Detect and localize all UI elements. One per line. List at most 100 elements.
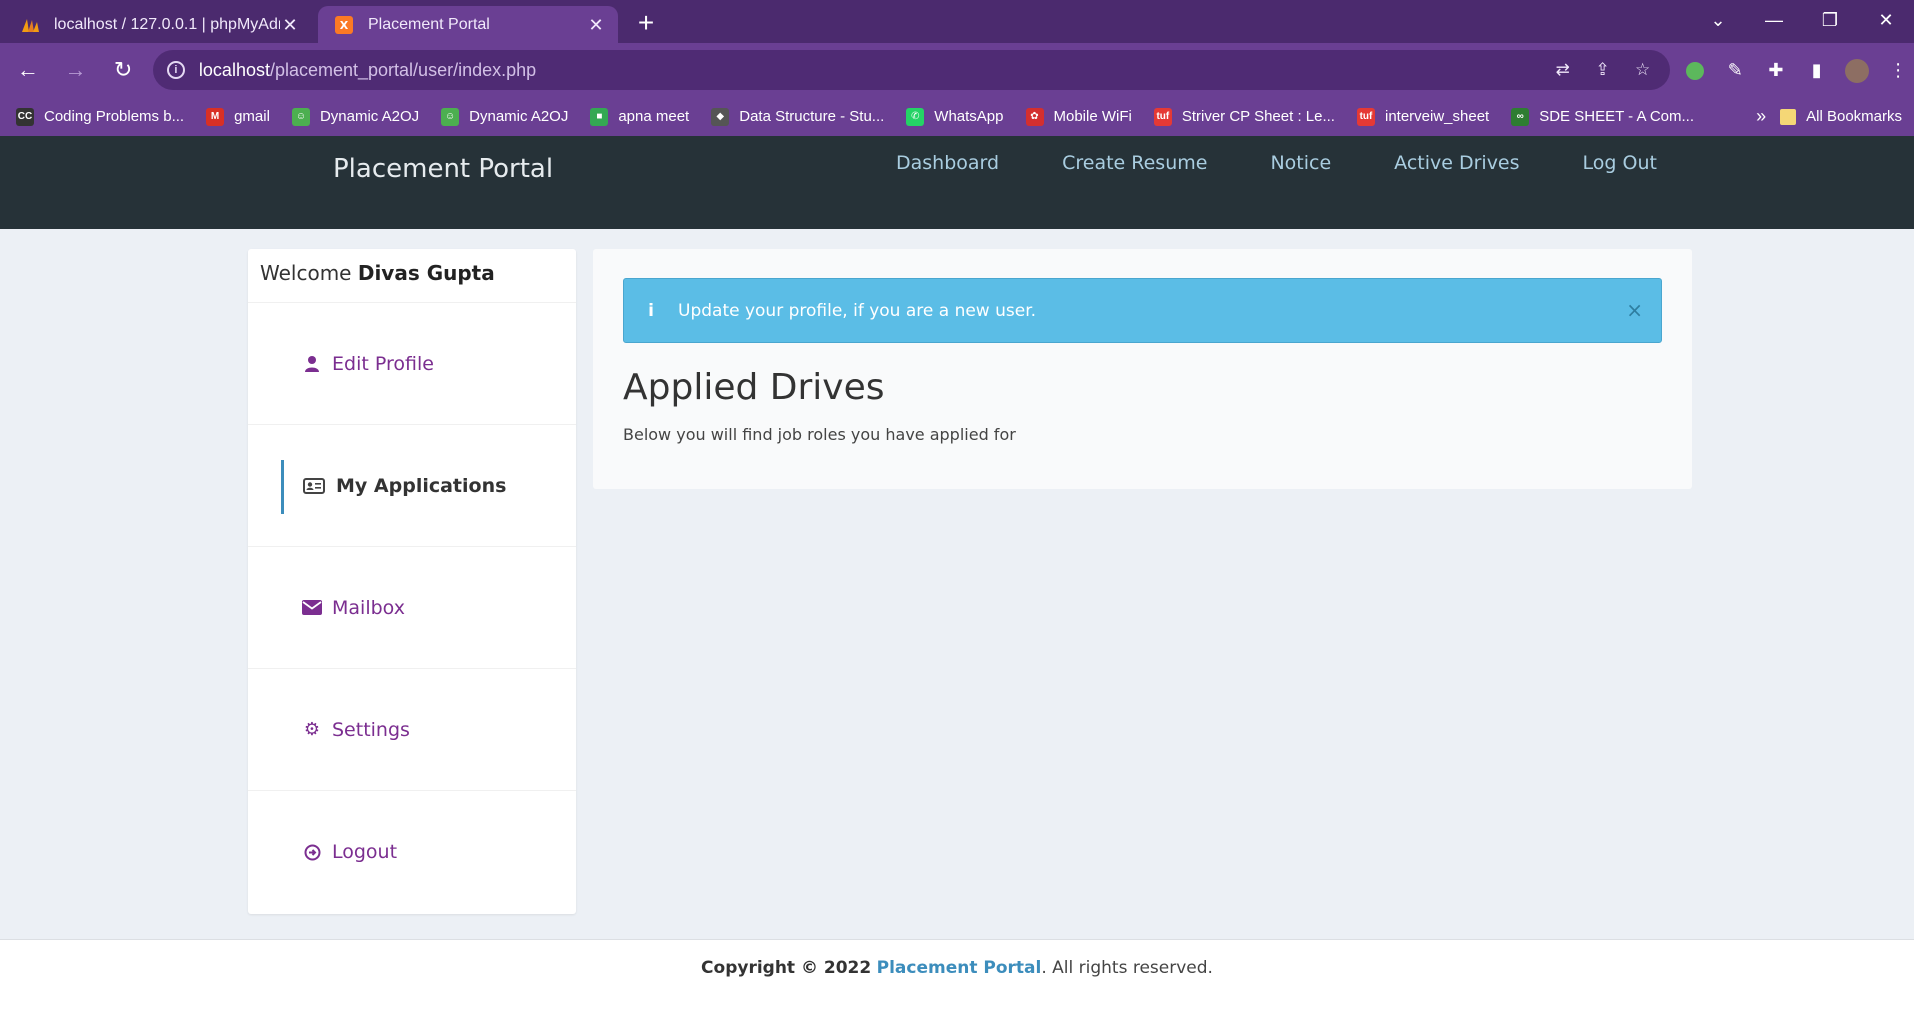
main-nav: Dashboard Create Resume Notice Active Dr… (896, 152, 1720, 174)
tab-title: Placement Portal (368, 15, 490, 33)
bookmark-item[interactable]: ∞ SDE SHEET - A Com... (1511, 107, 1694, 126)
sidebar-item-my-applications[interactable]: My Applications (248, 425, 576, 547)
sidebar-item-settings[interactable]: ⚙ Settings (248, 669, 576, 791)
bookmark-favicon-icon: ✆ (906, 107, 925, 126)
translate-icon[interactable]: ⇄ (1550, 57, 1576, 83)
alert-text: Update your profile, if you are a new us… (678, 300, 1037, 321)
bookmark-favicon-icon: M (206, 107, 225, 126)
bookmark-item[interactable]: ✆ WhatsApp (906, 107, 1004, 126)
all-bookmarks-button[interactable]: All Bookmarks (1780, 108, 1902, 125)
tab-close-icon[interactable]: ✕ (586, 15, 606, 35)
all-bookmarks-label: All Bookmarks (1806, 108, 1902, 125)
site-info-icon[interactable]: i (166, 61, 185, 79)
share-icon[interactable]: ⇪ (1590, 57, 1616, 83)
nav-notice[interactable]: Notice (1270, 152, 1331, 174)
bookmark-label: SDE SHEET - A Com... (1539, 108, 1694, 125)
profile-avatar[interactable] (1842, 54, 1874, 86)
reload-icon[interactable]: ↻ (103, 50, 143, 90)
bookmark-item[interactable]: ✿ Mobile WiFi (1025, 107, 1132, 126)
sidebar-item-label: Mailbox (332, 596, 405, 619)
bookmark-label: WhatsApp (934, 108, 1004, 125)
bookmark-label: Coding Problems b... (44, 108, 185, 125)
sidebar-item-label: Edit Profile (332, 352, 434, 375)
bookmark-favicon-icon: ◆ (711, 107, 730, 126)
window-controls: ⌄ — ❐ ✕ (1690, 0, 1914, 40)
site-header: Placement Portal Dashboard Create Resume… (0, 136, 1914, 229)
bookmark-label: Mobile WiFi (1053, 108, 1132, 125)
gear-icon: ⚙ (303, 719, 321, 740)
xampp-favicon-icon: X (334, 15, 354, 35)
sidebar-item-label: Settings (332, 718, 410, 741)
user-name: Divas Gupta (357, 261, 495, 285)
browser-menu-icon[interactable]: ⋮ (1882, 54, 1914, 86)
bookmark-item[interactable]: ☺ Dynamic A2OJ (441, 107, 568, 126)
bookmark-favicon-icon: ∞ (1511, 107, 1530, 126)
nav-create-resume[interactable]: Create Resume (1062, 152, 1207, 174)
bookmark-favicon-icon: tuf (1356, 107, 1375, 126)
page-subtext: Below you will find job roles you have a… (623, 425, 1016, 444)
nav-active-drives[interactable]: Active Drives (1394, 152, 1519, 174)
bookmark-item[interactable]: tuf interveiw_sheet (1356, 107, 1490, 126)
url-text[interactable]: localhost/placement_portal/user/index.ph… (199, 60, 536, 81)
new-tab-button[interactable]: + (628, 6, 664, 42)
sidebar-item-edit-profile[interactable]: Edit Profile (248, 303, 576, 425)
extension-green-icon[interactable] (1679, 54, 1711, 86)
url-path: /placement_portal/user/index.php (269, 59, 537, 80)
id-card-icon (302, 476, 326, 496)
bookmark-label: Data Structure - Stu... (739, 108, 885, 125)
footer-brand-link[interactable]: Placement Portal (877, 958, 1042, 978)
tab-close-icon[interactable]: ✕ (280, 15, 300, 35)
logout-icon (302, 842, 322, 862)
page-title: Applied Drives (623, 367, 885, 408)
bookmark-item[interactable]: ◆ Data Structure - Stu... (711, 107, 885, 126)
bookmark-label: interveiw_sheet (1384, 108, 1490, 125)
bookmark-favicon-icon: ✿ (1025, 107, 1044, 126)
bookmark-label: Striver CP Sheet : Le... (1181, 108, 1335, 125)
info-alert: i Update your profile, if you are a new … (623, 278, 1662, 343)
nav-log-out[interactable]: Log Out (1583, 152, 1657, 174)
tab-search-icon[interactable]: ⌄ (1690, 0, 1746, 40)
browser-tab-placement-portal[interactable]: X Placement Portal ✕ (318, 6, 618, 43)
bookmark-favicon-icon: tuf (1153, 107, 1172, 126)
bookmark-favicon-icon: ■ (590, 107, 609, 126)
extensions-puzzle-icon[interactable]: ✚ (1760, 54, 1792, 86)
side-panel-icon[interactable]: ▮ (1801, 54, 1833, 86)
nav-dashboard[interactable]: Dashboard (896, 152, 999, 174)
bookmark-label: apna meet (618, 108, 690, 125)
alert-close-icon[interactable]: × (1626, 298, 1643, 322)
highlighter-icon[interactable]: ✎ (1719, 54, 1751, 86)
folder-icon (1780, 108, 1797, 125)
phpmyadmin-favicon-icon (20, 15, 40, 35)
sidebar-item-label: Logout (332, 841, 398, 863)
sidebar-item-label: My Applications (336, 474, 507, 497)
bookmark-label: Dynamic A2OJ (319, 108, 420, 125)
restore-icon[interactable]: ❐ (1802, 0, 1858, 40)
bookmark-item[interactable]: CC Coding Problems b... (16, 107, 185, 126)
bookmark-item[interactable]: ☺ Dynamic A2OJ (291, 107, 420, 126)
bookmark-item[interactable]: ■ apna meet (590, 107, 690, 126)
bookmarks-overflow-icon[interactable]: » (1756, 106, 1766, 127)
sidebar-item-logout[interactable]: Logout (248, 791, 576, 913)
bookmark-item[interactable]: tuf Striver CP Sheet : Le... (1153, 107, 1335, 126)
bookmark-star-icon[interactable]: ☆ (1630, 57, 1656, 83)
browser-toolbar: ← → ↻ i localhost/placement_portal/user/… (0, 43, 1914, 97)
bookmarks-bar: CC Coding Problems b... Mgmail ☺ Dynamic A2O… (0, 97, 1914, 136)
web-page: Placement Portal Dashboard Create Resume… (0, 136, 1914, 1014)
url-host: localhost (198, 59, 270, 80)
forward-icon[interactable]: → (56, 50, 96, 90)
welcome-prefix: Welcome (260, 261, 352, 285)
browser-tab-phpmyadmin[interactable]: localhost / 127.0.0.1 | phpMyAdmin ✕ (4, 6, 312, 43)
bookmark-item[interactable]: Mgmail (206, 107, 270, 126)
browser-titlebar: localhost / 127.0.0.1 | phpMyAdmin ✕ X P… (0, 0, 1914, 43)
tab-title: localhost / 127.0.0.1 | phpMyAdmin (54, 15, 280, 33)
bookmark-favicon-icon: CC (16, 107, 34, 126)
close-window-icon[interactable]: ✕ (1858, 0, 1914, 40)
address-bar[interactable]: i localhost/placement_portal/user/index.… (152, 50, 1670, 90)
minimize-icon[interactable]: — (1746, 0, 1802, 40)
bookmark-label: gmail (234, 108, 270, 125)
sidebar-item-mailbox[interactable]: Mailbox (248, 547, 576, 669)
back-icon[interactable]: ← (8, 50, 48, 90)
info-icon: i (648, 300, 654, 321)
sidebar: Welcome Divas Gupta Edit Profile My Appl… (248, 249, 576, 914)
site-brand[interactable]: Placement Portal (333, 154, 553, 184)
